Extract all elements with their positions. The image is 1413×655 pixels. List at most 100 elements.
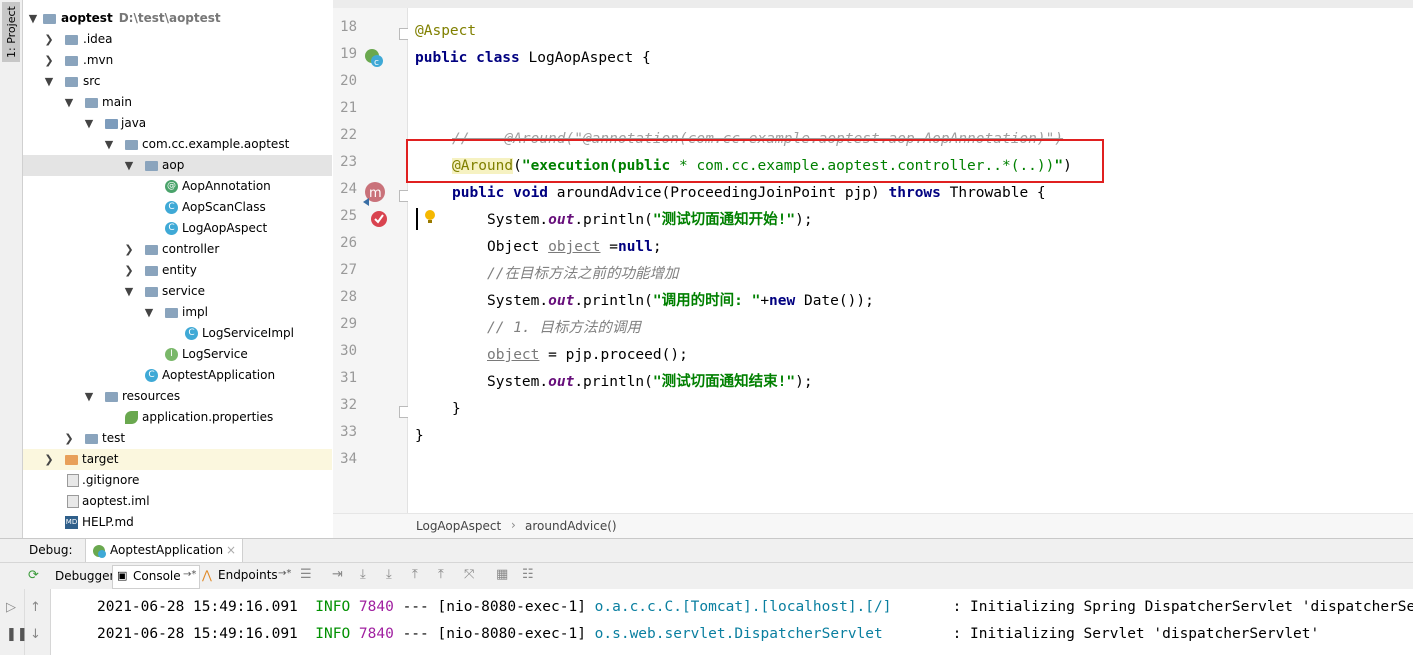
log-line: 2021-06-28 15:49:16.091 INFO 7840 --- [n… [97,626,1320,642]
tab-debugger[interactable]: Debugger [51,566,118,586]
step-out-icon[interactable]: ⤒ [412,567,418,582]
endpoints-icon: ⋀ [202,568,212,582]
code-editor[interactable]: @Aspect public class LogAopAspect { // @… [408,8,1413,513]
tree-item[interactable]: ❯ entity [23,260,332,281]
spring-bean-icon[interactable]: c [363,47,385,69]
tree-item[interactable]: ▼ main [23,92,332,113]
chevron-right-icon[interactable]: ❯ [123,239,135,260]
folder-icon [65,35,78,45]
tree-item[interactable]: ❯ controller [23,239,332,260]
folder-icon [85,98,98,108]
line-number: 25 [340,208,357,224]
tree-item[interactable]: @ AopAnnotation [23,176,332,197]
debug-session-tab[interactable]: AoptestApplication × [85,539,243,563]
chevron-right-icon[interactable]: ❯ [43,449,55,470]
package-icon [125,140,138,150]
resources-folder-icon [105,392,118,402]
console-icon: ▣ [117,569,128,582]
chevron-down-icon[interactable]: ▼ [63,92,75,113]
chevron-down-icon[interactable]: ▼ [123,281,135,302]
project-tree: ▼ aoptest D:\test\aoptest ❯ .idea ❯ .mvn ▼ s… [23,0,332,538]
code-line-31: System.out.println("测试切面通知结束!"); [487,374,813,390]
interface-icon: I [165,348,178,361]
chevron-down-icon[interactable]: ▼ [83,386,95,407]
editor-gutter: 18 19 20 21 22 23 24 25 26 27 28 29 30 3… [333,8,411,513]
annotation-icon: @ [165,180,178,193]
chevron-right-icon[interactable]: ❯ [63,428,75,449]
chevron-down-icon[interactable]: ▼ [143,302,155,323]
line-number: 18 [340,19,357,35]
pause-icon[interactable]: ❚❚ [6,627,28,642]
package-icon [145,266,158,276]
menu-icon[interactable]: ☰ [300,567,312,582]
folder-icon [65,56,78,66]
code-line-26: Object object =null; [487,239,662,255]
chevron-down-icon[interactable]: ▼ [123,155,135,176]
step-into-icon[interactable]: ⤓ [386,567,392,582]
code-line-27: //在目标方法之前的功能增加 [487,266,679,282]
tree-item[interactable]: .gitignore [23,470,332,491]
tree-item[interactable]: C LogAopAspect [23,218,332,239]
console-output[interactable]: ↑ ↓ ▷ ❚❚ 2021-06-28 15:49:16.091 INFO 78… [0,589,1413,655]
tree-root[interactable]: ▼ aoptest D:\test\aoptest [23,8,332,29]
line-number: 30 [340,343,357,359]
chevron-down-icon[interactable]: ▼ [103,134,115,155]
chevron-down-icon[interactable]: ▼ [83,113,95,134]
chevron-down-icon[interactable]: ▼ [43,71,55,92]
up-arrow-icon[interactable]: ↑ [30,600,41,615]
close-icon[interactable]: × [226,543,236,557]
tree-item[interactable]: ▼ impl [23,302,332,323]
line-number: 32 [340,397,357,413]
line-number: 24 [340,181,357,197]
project-tool-tab[interactable]: 1: Project [2,2,20,62]
tree-item-selected[interactable]: ▼ aop [23,155,332,176]
class-icon: C [185,327,198,340]
class-icon: C [165,222,178,235]
breadcrumb-class[interactable]: LogAopAspect [416,519,501,533]
chevron-right-icon[interactable]: ❯ [43,29,55,50]
line-number: 20 [340,73,357,89]
spring-class-icon: C [145,369,158,382]
table-icon[interactable]: ▦ [496,567,508,582]
source-folder-icon [105,119,118,129]
settings-layout-icon[interactable]: ☷ [522,567,534,582]
run-to-cursor-icon[interactable]: ⤒ [438,567,444,582]
tree-item[interactable]: ❯ .idea [23,29,332,50]
chevron-right-icon[interactable]: ❯ [43,50,55,71]
line-number: 28 [340,289,357,305]
breadcrumb-method[interactable]: aroundAdvice() [525,519,617,533]
tree-item[interactable]: C AopScanClass [23,197,332,218]
code-line-24: public void aroundAdvice(ProceedingJoinP… [452,185,1046,201]
resume-icon[interactable]: ▷ [6,600,16,615]
breakpoint-icon[interactable] [369,209,389,229]
tree-item[interactable]: ▼ resources [23,386,332,407]
show-execution-point-icon[interactable]: ⇥ [332,567,343,582]
spring-boot-icon [93,545,106,558]
tree-item[interactable]: I LogService [23,344,332,365]
code-line-25: System.out.println("测试切面通知开始!"); [487,212,813,228]
rerun-icon[interactable]: ⟳ [28,568,39,583]
module-folder-icon [43,14,56,24]
tree-item[interactable]: ❯ test [23,428,332,449]
tab-console[interactable]: ▣ Console →* [112,565,200,589]
override-method-icon[interactable]: m [361,180,389,206]
evaluate-icon[interactable]: ⤧ [464,567,474,582]
tree-item[interactable]: ▼ src [23,71,332,92]
tab-endpoints[interactable]: ⋀ Endpoints →* [200,565,296,587]
tree-item[interactable]: ❯ target [23,449,332,470]
tree-item[interactable]: aoptest.iml [23,491,332,512]
tree-item[interactable]: C LogServiceImpl [23,323,332,344]
tree-item[interactable]: C AoptestApplication [23,365,332,386]
tree-item[interactable]: application.properties [23,407,332,428]
chevron-down-icon[interactable]: ▼ [27,8,39,29]
tree-item[interactable]: ❯ .mvn [23,50,332,71]
tree-item[interactable]: ▼ service [23,281,332,302]
tree-item[interactable]: MD HELP.md [23,512,332,533]
svg-text:m: m [369,186,382,201]
chevron-right-icon[interactable]: ❯ [123,260,135,281]
step-over-icon[interactable]: ⤓ [360,567,366,582]
tree-item[interactable]: ▼ com.cc.example.aoptest [23,134,332,155]
lightbulb-icon[interactable] [423,208,437,226]
down-arrow-icon[interactable]: ↓ [30,627,41,642]
tree-item[interactable]: ▼ java [23,113,332,134]
